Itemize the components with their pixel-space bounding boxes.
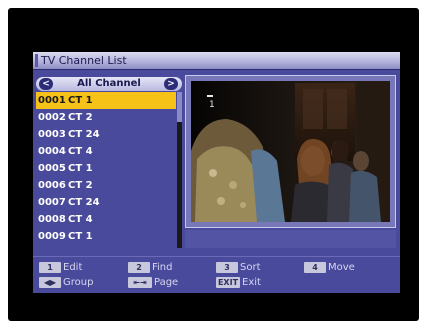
key-4-button[interactable]: 4 (304, 262, 326, 273)
channel-number: 0003 (38, 129, 66, 140)
page-key-icon[interactable]: ⇤⇥ (128, 277, 152, 288)
channel-row[interactable]: 0009 CT 1 (36, 228, 176, 245)
key-3-button[interactable]: 3 (216, 262, 238, 273)
move-hint[interactable]: 4 Move (304, 261, 355, 274)
scrollbar-thumb[interactable] (177, 92, 182, 122)
key-2-button[interactable]: 2 (128, 262, 150, 273)
channel-row[interactable]: 0005 CT 1 (36, 160, 176, 177)
group-label: All Channel (77, 78, 141, 89)
window-title: TV Channel List (41, 54, 127, 67)
channel-number: 0007 (38, 197, 66, 208)
video-preview: 1 (191, 81, 390, 222)
channel-name: CT 24 (68, 197, 100, 208)
channel-number: 0001 (38, 95, 66, 106)
channel-name: CT 24 (68, 129, 100, 140)
move-label: Move (328, 262, 355, 273)
channel-name: CT 1 (68, 231, 93, 242)
sort-label: Sort (240, 262, 261, 273)
key-hint-bar: 1 Edit 2 Find 3 Sort 4 Move ◀▶ Group ⇤⇥ Page E… (33, 256, 400, 293)
channel-number: 0002 (38, 112, 66, 123)
channel-row[interactable]: 0003 CT 24 (36, 126, 176, 143)
edit-hint[interactable]: 1 Edit (39, 261, 82, 274)
group-selector[interactable]: < All Channel > (36, 77, 182, 91)
channel-row[interactable]: 0008 CT 4 (36, 211, 176, 228)
page-hint[interactable]: ⇤⇥ Page (128, 276, 178, 289)
channel-list-scrollbar[interactable] (177, 92, 182, 248)
preview-window: 1 (185, 75, 396, 228)
channel-name: CT 2 (68, 112, 93, 123)
channel-list: 0001 CT 1 0002 CT 2 0003 CT 24 0004 CT 4… (36, 92, 176, 248)
group-hint[interactable]: ◀▶ Group (39, 276, 93, 289)
left-right-arrows-icon[interactable]: ◀▶ (39, 277, 61, 288)
sort-hint[interactable]: 3 Sort (216, 261, 261, 274)
find-label: Find (152, 262, 173, 273)
channel-name: CT 4 (68, 146, 93, 157)
find-hint[interactable]: 2 Find (128, 261, 173, 274)
channel-number: 0005 (38, 163, 66, 174)
channel-name: CT 1 (68, 95, 93, 106)
preview-info-bar (185, 230, 396, 248)
channel-number: 0009 (38, 231, 66, 242)
channel-row[interactable]: 0007 CT 24 (36, 194, 176, 211)
channel-row[interactable]: 0006 CT 2 (36, 177, 176, 194)
window-titlebar: TV Channel List (33, 52, 400, 70)
exit-key-button[interactable]: EXIT (216, 277, 240, 288)
channel-name: CT 1 (68, 163, 93, 174)
group-hint-label: Group (63, 277, 94, 288)
channel-list-window: TV Channel List < All Channel > 0001 CT … (33, 52, 400, 293)
exit-label: Exit (242, 277, 261, 288)
chevron-right-icon[interactable]: > (164, 78, 178, 90)
channel-row-selected[interactable]: 0001 CT 1 (36, 92, 176, 109)
channel-number: 0008 (38, 214, 66, 225)
channel-number: 0006 (38, 180, 66, 191)
video-frame-image: 1 (191, 81, 390, 222)
exit-hint[interactable]: EXIT Exit (216, 276, 261, 289)
channel-name: CT 2 (68, 180, 93, 191)
title-accent-bar (35, 54, 38, 67)
edit-label: Edit (63, 262, 83, 273)
channel-row[interactable]: 0004 CT 4 (36, 143, 176, 160)
page-label: Page (154, 277, 179, 288)
channel-row[interactable]: 0002 CT 2 (36, 109, 176, 126)
channel-number: 0004 (38, 146, 66, 157)
key-1-button[interactable]: 1 (39, 262, 61, 273)
chevron-left-icon[interactable]: < (39, 78, 53, 90)
preview-channel-badge: 1 (209, 100, 215, 110)
channel-name: CT 4 (68, 214, 93, 225)
